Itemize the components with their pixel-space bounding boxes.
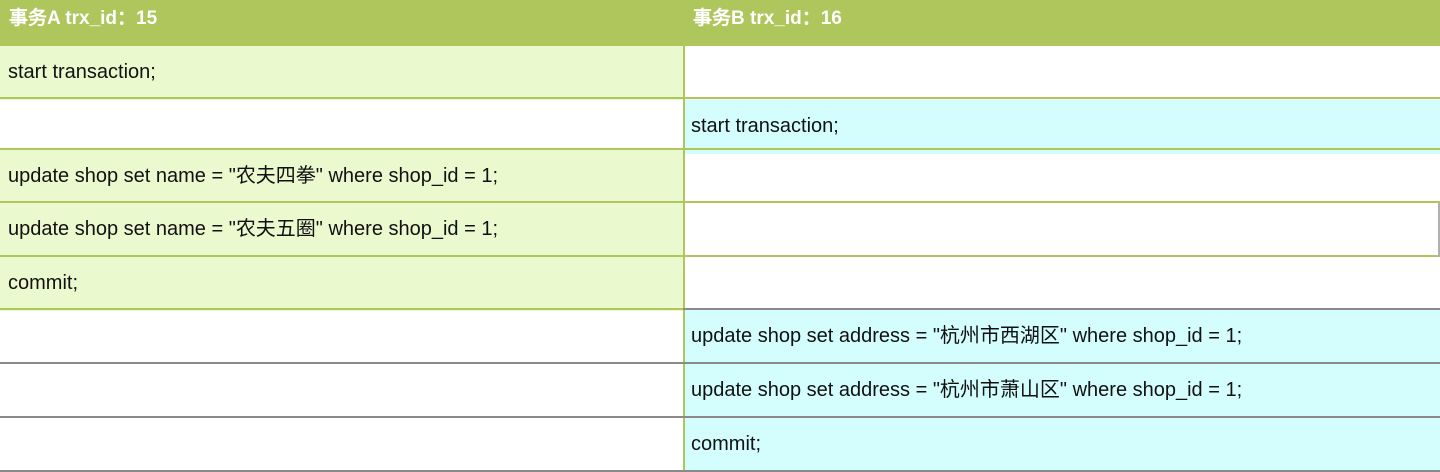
table-row: update shop set address = "杭州市西湖区" where… [0,310,1440,364]
table-header: 事务A trx_id：15 事务B trx_id：16 [0,0,1440,46]
cell-transaction-b: commit; [683,418,1440,472]
table-row: start transaction; [0,100,1440,154]
table-row: commit; [0,418,1440,472]
row-divider [683,308,1440,310]
row-divider [0,416,1440,418]
header-transaction-b: 事务B trx_id：16 [683,0,1440,46]
cell-transaction-a [0,364,683,418]
header-transaction-a: 事务A trx_id：15 [9,8,158,29]
table-row: start transaction; [0,46,1440,100]
cell-transaction-a: start transaction; [0,46,683,100]
cell-transaction-a: update shop set name = "农夫五圈" where shop… [0,203,683,257]
cell-transaction-b: update shop set address = "杭州市西湖区" where… [683,310,1440,364]
row-divider [0,148,1440,150]
cell-transaction-a [0,100,683,154]
column-divider [683,0,685,472]
transaction-table: 事务A trx_id：15 事务B trx_id：16 start transa… [0,0,1440,472]
table-row: update shop set address = "杭州市萧山区" where… [0,364,1440,418]
cell-transaction-a [0,310,683,364]
cell-transaction-a: commit; [0,257,683,311]
row-divider [0,201,1440,203]
row-divider [0,97,1440,99]
cell-transaction-b [683,150,1440,204]
table-row: commit; [0,257,1440,311]
cell-transaction-b [683,203,1440,257]
table-row: update shop set name = "农夫五圈" where shop… [0,203,1440,257]
row-divider [0,44,1440,46]
row-divider [0,362,1440,364]
table-row: update shop set name = "农夫四拳" where shop… [0,150,1440,204]
cell-transaction-a [0,418,683,472]
cell-transaction-b: start transaction; [683,100,1440,154]
cell-transaction-b [683,257,1440,311]
cell-transaction-b [683,46,1440,100]
cell-transaction-b: update shop set address = "杭州市萧山区" where… [683,364,1440,418]
row-divider [0,308,683,310]
cell-transaction-a: update shop set name = "农夫四拳" where shop… [0,150,683,204]
row-divider [0,255,1440,257]
